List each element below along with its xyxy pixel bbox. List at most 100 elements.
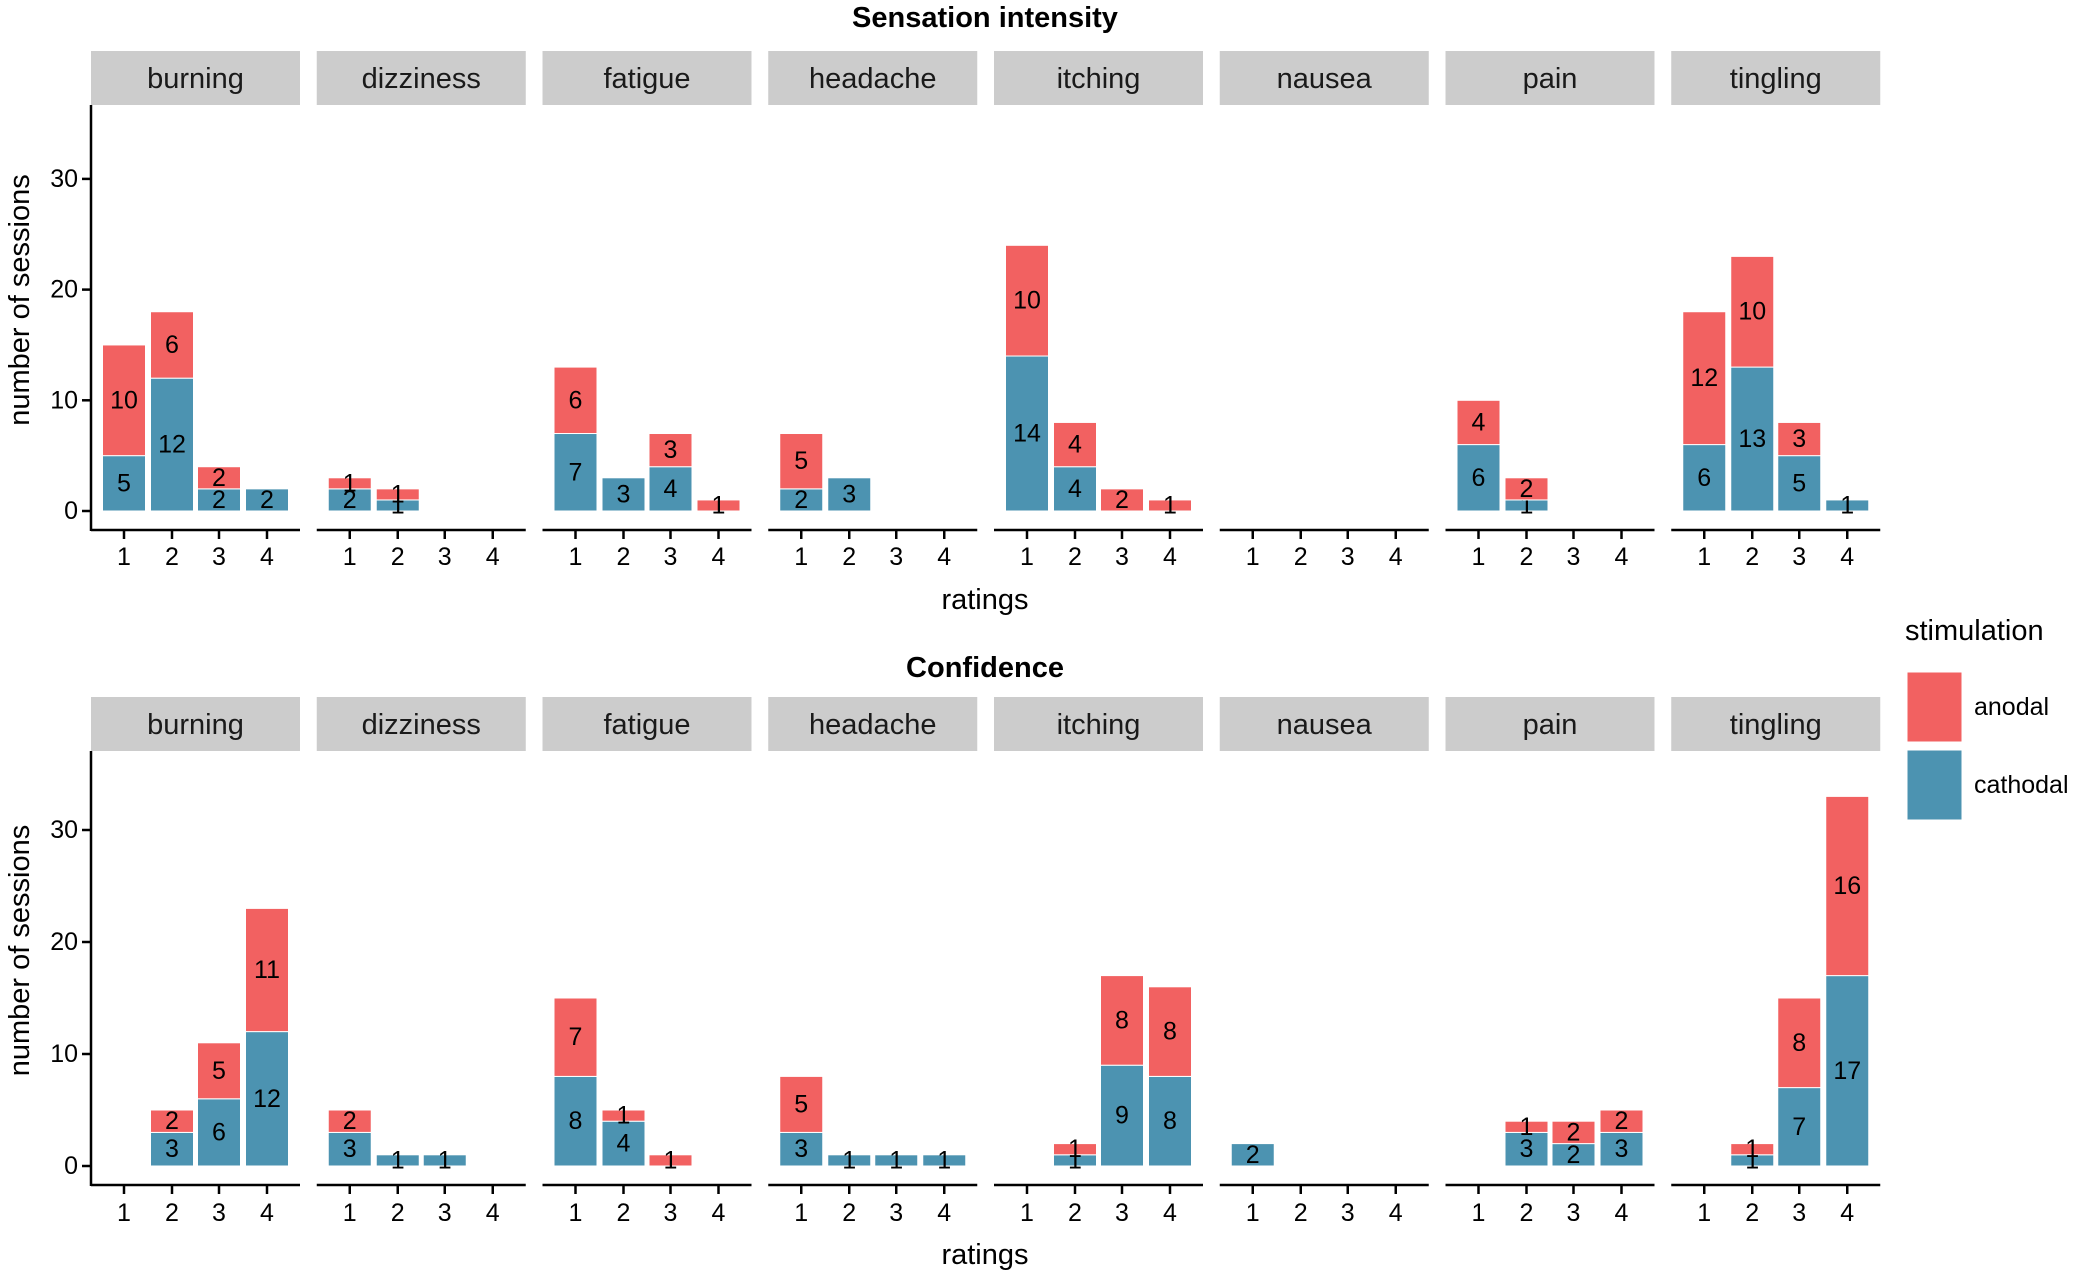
bar-label-cathodal-rating-4: 17 <box>1833 1057 1861 1085</box>
bar-label-anodal-rating-1: 12 <box>1690 364 1718 392</box>
bar-label-cathodal-rating-2: 4 <box>617 1130 631 1158</box>
bar-label-cathodal-rating-4: 8 <box>1163 1107 1177 1135</box>
bar-label-cathodal-rating-1: 5 <box>117 469 131 497</box>
facet-strip-label: burning <box>147 709 244 741</box>
bar-label-anodal-rating-2: 1 <box>617 1102 631 1130</box>
y-tick-label: 30 <box>50 165 78 193</box>
facet-strip-label: itching <box>1057 709 1141 741</box>
x-tick-label: 4 <box>712 1199 726 1227</box>
bar-label-anodal-rating-3: 2 <box>212 464 226 492</box>
bar-label-anodal-rating-2: 10 <box>1738 298 1766 326</box>
bar-label-cathodal-rating-3: 7 <box>1792 1113 1806 1141</box>
bar-label-anodal-rating-4: 1 <box>712 491 726 519</box>
bar-label-cathodal-rating-1: 7 <box>569 458 583 486</box>
facet-dizziness: dizziness1 2 3 4321 1 <box>316 697 526 1227</box>
bar-label-cathodal-rating-2: 12 <box>158 431 186 459</box>
x-tick-label: 2 <box>1068 1199 1082 1227</box>
x-tick-label: 1 <box>569 1199 583 1227</box>
facet-strip-label: pain <box>1523 709 1578 741</box>
bar-label-anodal-rating-1: 10 <box>110 386 138 414</box>
x-tick-label: 3 <box>1567 1199 1581 1227</box>
x-tick-label: 2 <box>842 543 856 571</box>
x-tick-label: 4 <box>1389 1199 1403 1227</box>
bar-label-cathodal-rating-4: 12 <box>253 1085 281 1113</box>
y-tick-label: 10 <box>50 386 78 414</box>
x-tick-label: 3 <box>664 543 678 571</box>
x-tick-label: 1 <box>794 1199 808 1227</box>
facet-pain: pain1 2 3 46412 <box>1445 51 1655 571</box>
bar-label-anodal-rating-2: 2 <box>1520 475 1534 503</box>
bar-label-anodal-rating-1: 10 <box>1013 287 1041 315</box>
bar-label-anodal-rating-3: 8 <box>1115 1006 1129 1034</box>
bar-label-cathodal-rating-2: 13 <box>1738 425 1766 453</box>
bar-label-cathodal-rating-1: 8 <box>569 1107 583 1135</box>
bar-label-cathodal-rating-2: 1 <box>391 1146 405 1174</box>
legend-key-cathodal <box>1906 749 1963 821</box>
bar-label-cathodal-rating-1: 14 <box>1013 420 1041 448</box>
x-tick-label: 4 <box>1163 543 1177 571</box>
x-tick-label: 1 <box>794 543 808 571</box>
bar-label-anodal-rating-2: 1 <box>391 480 405 508</box>
bar-label-anodal-rating-3: 8 <box>1792 1029 1806 1057</box>
bar-label-cathodal-rating-4: 1 <box>937 1146 951 1174</box>
chart-row-0: Sensation intensity 0 10 20 30 number of sess… <box>4 2 1881 616</box>
bar-label-cathodal-rating-2: 1 <box>842 1146 856 1174</box>
facet-strip-label: nausea <box>1277 63 1373 95</box>
y-tick-label: 20 <box>50 928 78 956</box>
bar-label-anodal-rating-1: 5 <box>794 447 808 475</box>
row-title: Sensation intensity <box>852 2 1118 34</box>
x-tick-label: 4 <box>712 543 726 571</box>
facet-strip-label: dizziness <box>362 63 481 95</box>
facet-strip-label: tingling <box>1730 709 1822 741</box>
x-tick-label: 4 <box>1840 543 1854 571</box>
x-tick-label: 2 <box>165 543 179 571</box>
bar-label-cathodal-rating-1: 2 <box>1246 1141 1260 1169</box>
x-tick-label: 4 <box>937 1199 951 1227</box>
bar-label-cathodal-rating-2: 3 <box>617 480 631 508</box>
x-tick-label: 3 <box>1567 543 1581 571</box>
bar-label-anodal-rating-2: 2 <box>165 1107 179 1135</box>
x-tick-label: 1 <box>1697 543 1711 571</box>
x-tick-label: 3 <box>1115 1199 1129 1227</box>
legend-title: stimulation <box>1905 615 2044 647</box>
x-tick-label: 1 <box>1246 1199 1260 1227</box>
bar-label-anodal-rating-1: 5 <box>794 1090 808 1118</box>
bar-label-anodal-rating-3: 2 <box>1567 1118 1581 1146</box>
facet-strip-label: headache <box>809 63 936 95</box>
y-tick-label: 20 <box>50 276 78 304</box>
bar-label-cathodal-rating-3: 1 <box>889 1146 903 1174</box>
x-tick-label: 3 <box>212 543 226 571</box>
x-tick-label: 1 <box>117 1199 131 1227</box>
x-tick-label: 1 <box>117 543 131 571</box>
bar-label-cathodal-rating-3: 6 <box>212 1118 226 1146</box>
y-axis-title: number of sessions <box>4 825 36 1076</box>
legend-label-cathodal: cathodal <box>1974 771 2069 799</box>
x-tick-label: 1 <box>1472 1199 1486 1227</box>
facet-strip-label: fatigue <box>603 709 690 741</box>
bar-label-anodal-rating-4: 8 <box>1163 1018 1177 1046</box>
facet-fatigue: fatigue 1 2 3 4 7 6 3 4 3 1 <box>542 51 752 571</box>
x-tick-label: 2 <box>842 1199 856 1227</box>
facet-tingling: tingling1 2 3 411781716 <box>1671 697 1881 1227</box>
bar-label-anodal-rating-2: 1 <box>1745 1135 1759 1163</box>
bar-label-anodal-rating-1: 7 <box>569 1023 583 1051</box>
bar-label-cathodal-rating-4: 2 <box>260 486 274 514</box>
y-axis-title: number of sessions <box>4 174 36 425</box>
legend: stimulation anodal cathodal <box>1905 615 2069 821</box>
x-tick-label: 2 <box>617 1199 631 1227</box>
x-axis-title: ratings <box>941 1239 1028 1271</box>
bar-label-anodal-rating-3: 1 <box>664 1146 678 1174</box>
bar-label-anodal-rating-2: 1 <box>1520 1113 1534 1141</box>
legend-label-anodal: anodal <box>1974 693 2049 721</box>
bar-label-cathodal-rating-1: 6 <box>1697 464 1711 492</box>
bar-label-anodal-rating-4: 2 <box>1615 1107 1629 1135</box>
x-tick-label: 2 <box>617 543 631 571</box>
facet-itching: itching 1 2 3 4 14 10 4 4 2 1 <box>994 51 1203 571</box>
bar-label-cathodal-rating-3: 4 <box>664 475 678 503</box>
bar-label-anodal-rating-1: 2 <box>343 1107 357 1135</box>
bar-label-cathodal-rating-3: 9 <box>1115 1102 1129 1130</box>
bar-label-anodal-rating-4: 16 <box>1833 872 1861 900</box>
x-tick-label: 4 <box>1163 1199 1177 1227</box>
bar-label-cathodal-rating-1: 6 <box>1472 464 1486 492</box>
y-tick-label: 30 <box>50 816 78 844</box>
